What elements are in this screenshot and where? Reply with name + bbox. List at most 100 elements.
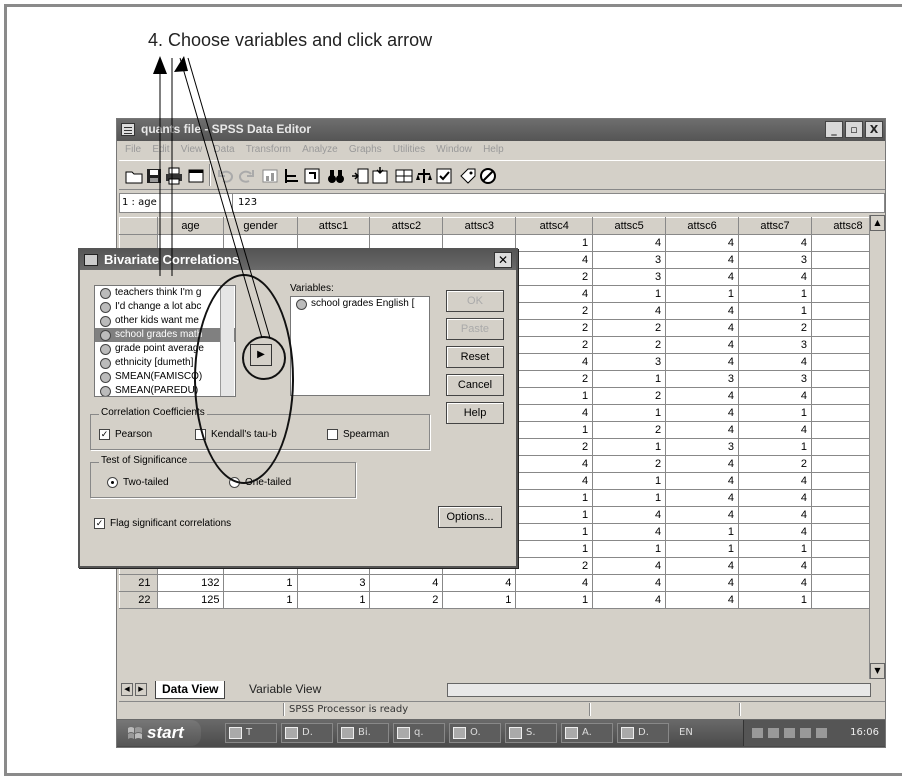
table-cell[interactable]: 4: [592, 557, 667, 575]
column-header[interactable]: attsc2: [369, 217, 444, 235]
cell-value-input[interactable]: 123: [238, 197, 257, 208]
ok-button[interactable]: OK: [446, 290, 504, 312]
help-button[interactable]: Help: [446, 402, 504, 424]
table-cell[interactable]: 1: [515, 591, 594, 609]
spearman-checkbox[interactable]: Spearman: [327, 429, 389, 441]
table-cell[interactable]: 2: [592, 387, 667, 405]
horizontal-scrollbar[interactable]: [447, 683, 871, 697]
table-cell[interactable]: 1: [665, 285, 740, 303]
table-cell[interactable]: 2: [515, 268, 594, 286]
list-item[interactable]: school grades English [: [291, 297, 429, 311]
find-binoculars-icon[interactable]: [325, 165, 345, 185]
table-cell[interactable]: 2: [369, 591, 444, 609]
table-cell[interactable]: 4: [665, 387, 740, 405]
tray-network-icon[interactable]: [752, 728, 763, 738]
table-cell[interactable]: 2: [592, 336, 667, 354]
table-cell[interactable]: 4: [665, 268, 740, 286]
table-cell[interactable]: 2: [515, 557, 594, 575]
tray-update-icon[interactable]: [816, 728, 827, 738]
table-cell[interactable]: 1: [592, 472, 667, 490]
table-cell[interactable]: 3: [738, 251, 812, 269]
table-cell[interactable]: 1: [665, 523, 740, 541]
column-header[interactable]: attsc5: [592, 217, 667, 235]
undo-icon[interactable]: [215, 165, 235, 185]
tab-variable-view[interactable]: Variable View: [243, 681, 327, 699]
dialog-close-icon[interactable]: ✕: [494, 252, 512, 268]
column-header[interactable]: age: [156, 217, 225, 235]
two-tailed-radio[interactable]: Two-tailed: [107, 477, 169, 489]
table-cell[interactable]: 4: [665, 557, 740, 575]
paste-button[interactable]: Paste: [446, 318, 504, 340]
table-cell[interactable]: 4: [665, 489, 740, 507]
table-cell[interactable]: 1: [592, 404, 667, 422]
table-cell[interactable]: 2: [515, 438, 594, 456]
table-cell[interactable]: 4: [665, 319, 740, 337]
redo-icon[interactable]: [235, 165, 255, 185]
table-cell[interactable]: 2: [592, 455, 667, 473]
tray-security-icon[interactable]: [800, 728, 811, 738]
table-cell[interactable]: 3: [592, 268, 667, 286]
table-cell[interactable]: 132: [156, 574, 225, 592]
menu-transform[interactable]: Transform: [246, 141, 291, 159]
table-cell[interactable]: 2: [515, 319, 594, 337]
open-folder-icon[interactable]: [123, 165, 143, 185]
taskbar-item[interactable]: A.: [561, 723, 613, 743]
menu-data[interactable]: Data: [213, 141, 234, 159]
table-cell[interactable]: 1: [592, 285, 667, 303]
table-cell[interactable]: 1: [592, 370, 667, 388]
minimize-button[interactable]: _: [825, 121, 843, 138]
table-cell[interactable]: 1: [515, 421, 594, 439]
row-number[interactable]: 21: [119, 574, 158, 592]
print-icon[interactable]: [163, 165, 183, 185]
start-button[interactable]: start: [117, 720, 201, 746]
table-cell[interactable]: 4: [665, 472, 740, 490]
table-cell[interactable]: 2: [592, 319, 667, 337]
table-cell[interactable]: 3: [738, 370, 812, 388]
table-cell[interactable]: 4: [592, 523, 667, 541]
table-cell[interactable]: 4: [665, 336, 740, 354]
table-cell[interactable]: 1: [442, 591, 517, 609]
table-cell[interactable]: 1: [665, 540, 740, 558]
taskbar-item[interactable]: D.: [281, 723, 333, 743]
tray-printer-icon[interactable]: [768, 728, 779, 738]
table-cell[interactable]: 1: [738, 302, 812, 320]
table-cell[interactable]: 4: [665, 404, 740, 422]
table-cell[interactable]: 4: [665, 421, 740, 439]
table-cell[interactable]: 2: [738, 319, 812, 337]
table-cell[interactable]: 4: [738, 506, 812, 524]
table-cell[interactable]: 4: [665, 251, 740, 269]
table-cell[interactable]: 1: [738, 404, 812, 422]
table-cell[interactable]: 4: [738, 234, 812, 252]
column-header[interactable]: attsc7: [738, 217, 812, 235]
menu-help[interactable]: Help: [483, 141, 504, 159]
table-cell[interactable]: 3: [665, 370, 740, 388]
pearson-checkbox[interactable]: ✓ Pearson: [99, 429, 152, 441]
scroll-up-arrow-icon[interactable]: ▲: [870, 215, 885, 231]
table-cell[interactable]: 4: [592, 302, 667, 320]
split-file-icon[interactable]: [393, 165, 413, 185]
table-cell[interactable]: 4: [592, 591, 667, 609]
reset-button[interactable]: Reset: [446, 346, 504, 368]
table-cell[interactable]: 4: [738, 489, 812, 507]
table-cell[interactable]: 4: [515, 574, 594, 592]
taskbar-item[interactable]: Bi.: [337, 723, 389, 743]
taskbar-item[interactable]: O.: [449, 723, 501, 743]
table-cell[interactable]: 1: [592, 540, 667, 558]
table-cell[interactable]: 4: [665, 302, 740, 320]
cancel-button[interactable]: Cancel: [446, 374, 504, 396]
column-header[interactable]: attsc3: [442, 217, 517, 235]
table-cell[interactable]: 1: [223, 591, 298, 609]
table-cell[interactable]: 3: [665, 438, 740, 456]
menu-utilities[interactable]: Utilities: [393, 141, 425, 159]
table-cell[interactable]: 4: [738, 472, 812, 490]
taskbar-item[interactable]: q.: [393, 723, 445, 743]
insert-cases-icon[interactable]: [349, 165, 369, 185]
table-cell[interactable]: 2: [738, 455, 812, 473]
table-cell[interactable]: 3: [592, 251, 667, 269]
menu-graphs[interactable]: Graphs: [349, 141, 382, 159]
table-cell[interactable]: 1: [515, 540, 594, 558]
menu-analyze[interactable]: Analyze: [302, 141, 338, 159]
table-cell[interactable]: 4: [369, 574, 444, 592]
table-cell[interactable]: 2: [592, 421, 667, 439]
table-cell[interactable]: 1: [296, 591, 371, 609]
